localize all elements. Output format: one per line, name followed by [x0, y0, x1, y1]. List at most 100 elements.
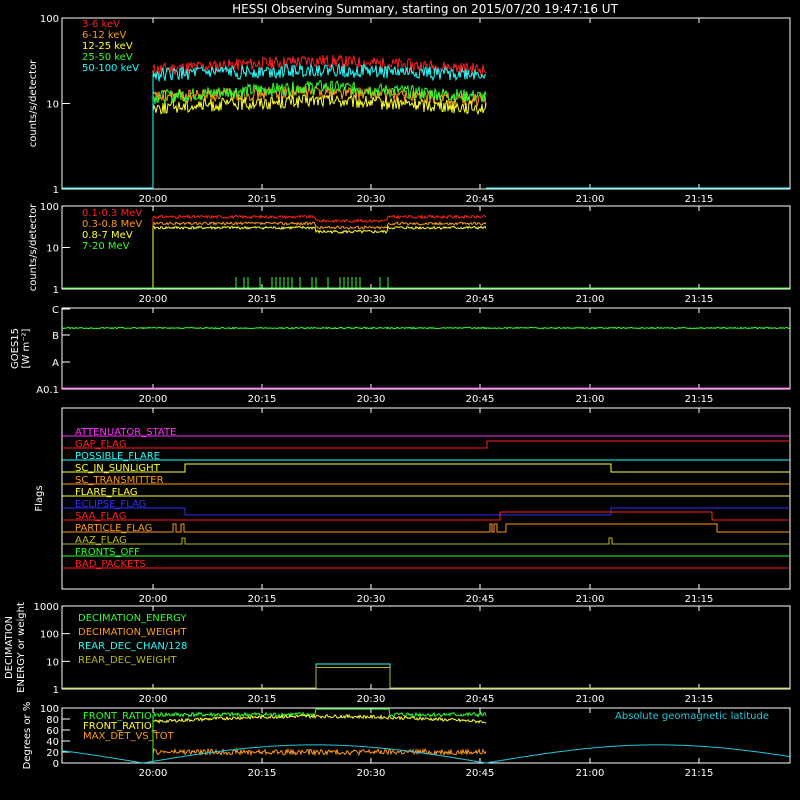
- panel-3: 20:00 20:15 20:30 20:45 21:00 21:15 A0.1 A B C GOE…: [10, 305, 791, 405]
- x-tick-label: 21:00: [576, 294, 605, 305]
- y-axis-label: GOES15: [10, 328, 21, 369]
- x-tick-label: 20:45: [466, 768, 495, 779]
- flag-line: [62, 463, 790, 473]
- x-tick-label: 21:00: [576, 594, 605, 605]
- y-tick-label: C: [52, 305, 59, 316]
- panel-4: 20:00 20:15 20:30 20:45 21:00 21:15 Flags ATTEN…: [34, 407, 791, 605]
- y-axis-label: counts/s/detector: [28, 59, 39, 147]
- x-tick-label: 21:00: [576, 768, 605, 779]
- x-tick-label: 20:00: [139, 694, 168, 705]
- flag-label: ATTENUATOR_STATE: [75, 427, 176, 438]
- x-tick-label: 21:15: [685, 194, 714, 205]
- series-line: [62, 663, 790, 689]
- y-axis-label: counts/s/detector: [28, 203, 39, 291]
- chart-title: HESSI Observing Summary, starting on 201…: [232, 2, 618, 16]
- x-tick-label: 20:15: [248, 768, 277, 779]
- y-tick-label: 100: [40, 630, 59, 641]
- series-line: [152, 708, 487, 718]
- y-axis-label: Flags: [34, 485, 45, 511]
- y-tick-label: 10: [46, 100, 59, 111]
- flag-label: BAD_PACKETS: [75, 559, 146, 570]
- x-tick-label: 21:15: [685, 594, 714, 605]
- y-tick-label: 100: [40, 14, 59, 25]
- series-line: [152, 225, 487, 235]
- x-tick-label: 21:00: [576, 194, 605, 205]
- series-line: [62, 666, 790, 689]
- x-tick-label: 20:45: [466, 594, 495, 605]
- y-tick-label: 100: [40, 704, 59, 715]
- panel-frame: [61, 307, 791, 390]
- legend-entry: DECIMATION_WEIGHT: [78, 627, 187, 638]
- x-tick-label: 21:15: [685, 694, 714, 705]
- panels: 20:00 20:15 20:30 20:45 21:00 21:15110100coun…: [4, 14, 791, 779]
- legend-entry: 3-6 keV: [82, 19, 120, 30]
- legend-entry: REAR_DEC_CHAN/128: [78, 641, 187, 652]
- x-tick-label: 20:30: [357, 194, 386, 205]
- x-tick-label: 20:00: [139, 594, 168, 605]
- flag-label: ECLIPSE_FLAG: [75, 499, 146, 510]
- x-tick-label: 20:45: [466, 294, 495, 305]
- panel-5: 20:00 20:15 20:30 20:45 21:00 21:15 1 10 100 1000…: [4, 602, 791, 705]
- y-axis-label: Degrees or %: [22, 702, 33, 770]
- flag-line: [62, 511, 790, 521]
- legend-entry: 0.1-0.3 MeV: [82, 208, 142, 219]
- panel-2: 20:00 20:15 20:30 20:45 21:00 21:15 1 10 100coun…: [28, 202, 791, 305]
- annotation: Absolute geomagnetic latitude: [615, 711, 769, 722]
- flag-line: [62, 523, 790, 533]
- flag-label: AAZ_FLAG: [75, 535, 127, 546]
- x-tick-label: 20:30: [357, 594, 386, 605]
- x-tick-label: 20:15: [248, 694, 277, 705]
- x-tick-label: 20:15: [248, 194, 277, 205]
- y-tick-label: A: [52, 358, 59, 369]
- y-tick-label: 10: [46, 244, 59, 255]
- x-tick-label: 20:45: [466, 694, 495, 705]
- x-tick-label: 20:30: [357, 294, 386, 305]
- x-tick-label: 20:00: [139, 394, 168, 405]
- y-tick-label: 1: [53, 285, 59, 296]
- y-tick-label: 80: [46, 715, 59, 726]
- legend-entry: MAX_DET_VS_TOT: [83, 731, 175, 742]
- x-tick-label: 20:30: [357, 394, 386, 405]
- series-line: [61, 326, 791, 330]
- legend-entry: 0.8-7 MeV: [82, 230, 133, 241]
- x-tick-label: 20:00: [139, 194, 168, 205]
- x-tick-label: 21:00: [576, 394, 605, 405]
- legend-entry: DECIMATION_ENERGY: [78, 613, 187, 624]
- series-line: [61, 744, 791, 764]
- y-tick-label: 100: [40, 202, 59, 213]
- y-axis-label: DECIMATION: [4, 616, 15, 679]
- legend-entry: 12-25 keV: [82, 41, 133, 52]
- legend-entry: REAR_DEC_WEIGHT: [78, 655, 177, 666]
- y-tick-label: 0: [53, 759, 59, 770]
- x-tick-label: 20:15: [248, 394, 277, 405]
- legend-entry: 0.3-0.8 MeV: [82, 219, 142, 230]
- flag-label: FRONTS_OFF: [75, 547, 140, 558]
- y-tick-label: 1: [53, 185, 59, 196]
- y-axis-label: ENERGY or weight: [16, 602, 27, 693]
- x-tick-label: 20:15: [248, 594, 277, 605]
- x-tick-label: 20:00: [139, 294, 168, 305]
- legend-entry: 50-100 keV: [82, 63, 139, 74]
- y-tick-label: 20: [46, 748, 59, 759]
- y-tick-label: 40: [46, 737, 59, 748]
- legend-entry: 25-50 keV: [82, 52, 133, 63]
- series-line: [152, 214, 487, 224]
- x-tick-label: 21:00: [576, 694, 605, 705]
- legend-entry: 7-20 MeV: [82, 241, 130, 252]
- x-tick-label: 21:15: [685, 294, 714, 305]
- x-tick-label: 20:15: [248, 294, 277, 305]
- panel-1: 20:00 20:15 20:30 20:45 21:00 21:15 1 10 100 coun…: [28, 14, 791, 205]
- y-tick-label: 1: [53, 685, 59, 696]
- x-tick-label: 21:15: [685, 394, 714, 405]
- y-tick-label: 10: [46, 657, 59, 668]
- y-tick-label: 60: [46, 726, 59, 737]
- flag-label: SC_TRANSMITTER: [75, 475, 164, 486]
- flag-label: SAA_FLAG: [75, 511, 126, 522]
- panel-6: 20:00 20:15 20:30 20:45 21:00 21:15 0204060801…: [22, 702, 791, 779]
- x-tick-label: 20:30: [357, 694, 386, 705]
- x-tick-label: 21:15: [685, 768, 714, 779]
- flag-label: POSSIBLE_FLARE: [75, 451, 160, 462]
- x-tick-label: 20:00: [139, 768, 168, 779]
- flag-line: [62, 537, 790, 545]
- hessi-summary-chart: HESSI Observing Summary, starting on 201…: [4, 2, 791, 779]
